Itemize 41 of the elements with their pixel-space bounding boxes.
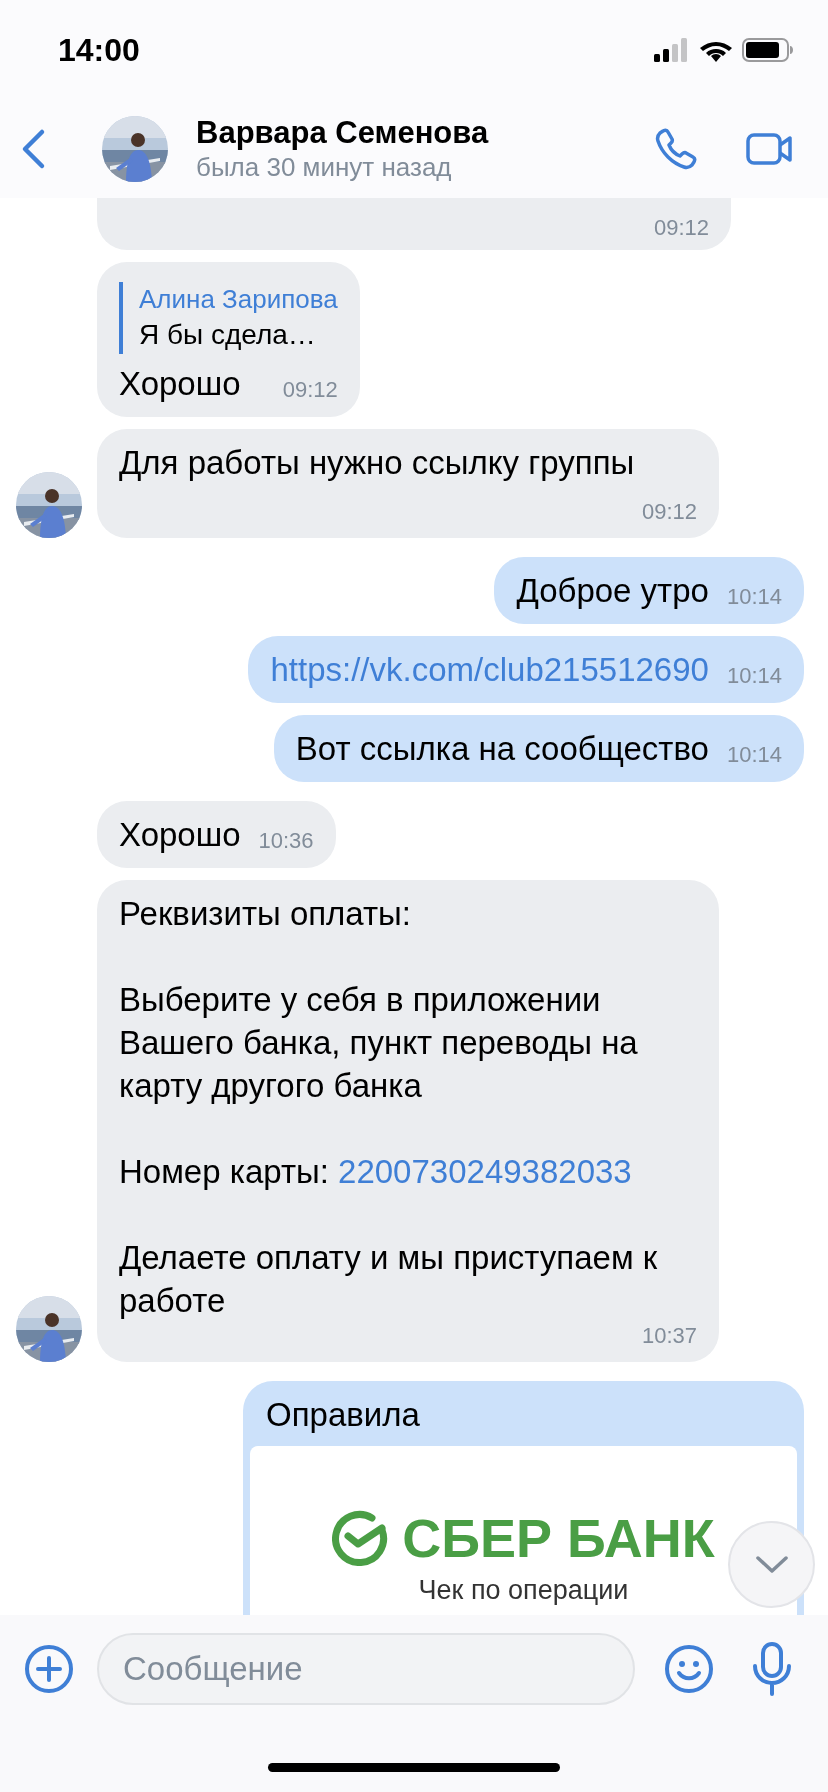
- last-seen-status: была 30 минут назад: [196, 151, 453, 183]
- chevron-down-icon: [754, 1554, 789, 1575]
- phone-icon: [654, 127, 698, 171]
- call-button[interactable]: [654, 127, 698, 171]
- message-text: Хорошо: [119, 816, 241, 853]
- message-text: Хорошо: [119, 365, 241, 402]
- microphone-icon: [752, 1642, 792, 1696]
- microphone-button[interactable]: [752, 1642, 792, 1696]
- back-icon: [20, 128, 46, 170]
- message-text: Вот ссылка на сообщество: [295, 730, 709, 767]
- video-call-button[interactable]: [746, 132, 794, 166]
- clock-time: 14:00: [58, 31, 140, 70]
- smile-icon: [664, 1644, 714, 1694]
- quote-author: Алина Зарипова: [139, 283, 338, 316]
- message-link[interactable]: https://vk.com/club215512690: [270, 651, 709, 688]
- message-time: 10:14: [726, 741, 782, 769]
- emoji-button[interactable]: [664, 1644, 714, 1694]
- message-text: Реквизиты оплаты: Выберите у себя в приложении Вашего банка, пункт переводы на карту другого банка Номер карты: 2200730249382033 Делаете оплату и мы приступаем к работе: [119, 894, 659, 1321]
- card-number-link[interactable]: 2200730249382033: [338, 1153, 632, 1190]
- message-time: 09:12: [282, 376, 338, 404]
- signal-icon: [654, 38, 690, 62]
- back-button[interactable]: [20, 128, 46, 170]
- message-time: 10:14: [726, 583, 782, 611]
- battery-icon: [742, 38, 794, 62]
- bank-logo-text: СБЕР БАНК: [402, 1508, 715, 1568]
- message-time: 10:14: [726, 662, 782, 690]
- plus-circle-icon: [24, 1644, 74, 1694]
- message-text: Доброе утро: [516, 572, 709, 609]
- message-input[interactable]: Сообщение: [97, 1633, 635, 1705]
- message-time: 10:37: [641, 1322, 697, 1350]
- message-time: 09:12: [641, 498, 697, 526]
- message-time: 10:36: [258, 827, 314, 855]
- contact-name: Варвара Семенова: [196, 115, 489, 151]
- receipt-title: Чек по операции: [418, 1574, 629, 1606]
- message-time: 09:12: [653, 214, 709, 242]
- quote-text: Я бы сдела…: [139, 318, 317, 352]
- check-circle-icon: [332, 1510, 389, 1566]
- attach-button[interactable]: [24, 1644, 74, 1694]
- video-camera-icon: [746, 132, 794, 166]
- message-text: Оправила: [265, 1395, 421, 1435]
- message-text: Для работы нужно ссылку группы: [119, 444, 635, 481]
